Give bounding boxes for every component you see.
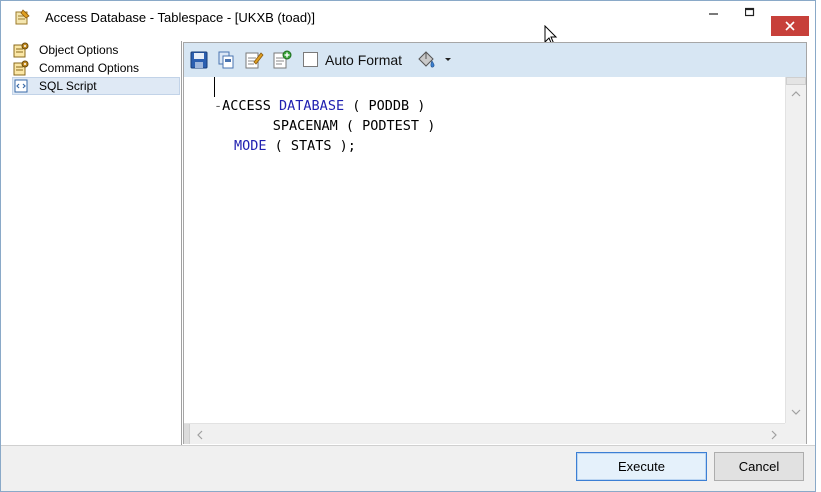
options-nav: Object Options Command Options SQL Scrip…: [8, 41, 182, 445]
scrollbar-corner: [785, 423, 806, 444]
sql-editor[interactable]: -ACCESS DATABASE ( PODDB ) SPACENAM ( PO…: [184, 77, 806, 444]
code-line: MODE ( STATS );: [234, 136, 356, 156]
scroll-right-icon[interactable]: [770, 430, 778, 440]
minimize-icon: [709, 13, 718, 15]
code-area[interactable]: -ACCESS DATABASE ( PODDB ) SPACENAM ( PO…: [184, 77, 784, 423]
vertical-scroll-thumb[interactable]: [786, 77, 806, 85]
code-line: -ACCESS DATABASE ( PODDB ): [214, 96, 425, 116]
sql-script-icon: [14, 79, 28, 93]
nav-item-sql-script[interactable]: SQL Script: [12, 77, 180, 95]
code-text: ACCESS: [222, 98, 280, 114]
window-title: Access Database - Tablespace - [UKXB (to…: [45, 10, 315, 25]
vertical-scrollbar[interactable]: [785, 77, 806, 423]
auto-format-checkbox[interactable]: [303, 52, 318, 67]
code-text: SPACENAM ( PODTEST ): [224, 118, 436, 134]
maximize-button[interactable]: [731, 1, 769, 23]
maximize-icon: [745, 7, 755, 17]
horizontal-scroll-thumb[interactable]: [184, 424, 190, 444]
chevron-down-icon[interactable]: [443, 54, 453, 64]
code-line: SPACENAM ( PODTEST ): [224, 116, 436, 136]
execute-button[interactable]: Execute: [576, 452, 707, 481]
options-icon: [13, 42, 29, 58]
script-toolbar: Auto Format: [184, 43, 806, 77]
fold-marker[interactable]: -: [214, 98, 222, 114]
text-caret: [214, 77, 215, 97]
edit-script-icon[interactable]: [244, 50, 264, 70]
scroll-up-icon[interactable]: [791, 90, 801, 98]
add-script-icon[interactable]: [272, 50, 292, 70]
save-icon[interactable]: [189, 50, 209, 70]
nav-item-command-options[interactable]: Command Options: [13, 59, 181, 77]
title-bar[interactable]: Access Database - Tablespace - [UKXB (to…: [1, 1, 815, 36]
nav-item-label: Object Options: [39, 43, 119, 57]
code-text: ( PODDB ): [344, 98, 426, 114]
options-icon: [13, 60, 29, 76]
scroll-left-icon[interactable]: [196, 430, 204, 440]
nav-item-label: Command Options: [39, 61, 140, 75]
code-keyword: MODE: [234, 138, 267, 154]
scroll-down-icon[interactable]: [791, 408, 801, 416]
close-button[interactable]: [771, 16, 809, 36]
dialog-window: Access Database - Tablespace - [UKXB (to…: [0, 0, 816, 492]
close-icon: [785, 21, 795, 31]
cancel-button[interactable]: Cancel: [714, 452, 804, 481]
dialog-footer: Execute Cancel: [1, 445, 815, 491]
code-keyword: DATABASE: [279, 98, 345, 114]
horizontal-scrollbar[interactable]: [184, 423, 785, 444]
copy-icon[interactable]: [216, 50, 236, 70]
app-icon: [15, 9, 30, 25]
code-text: ( STATS );: [266, 138, 356, 154]
nav-item-label: SQL Script: [39, 79, 97, 93]
minimize-button[interactable]: [694, 1, 734, 23]
nav-item-object-options[interactable]: Object Options: [13, 41, 181, 59]
sql-script-panel: Auto Format -ACCESS DATABASE ( PODDB ) S…: [183, 42, 807, 444]
auto-format-label[interactable]: Auto Format: [325, 52, 402, 68]
paint-bucket-icon[interactable]: [415, 49, 437, 71]
